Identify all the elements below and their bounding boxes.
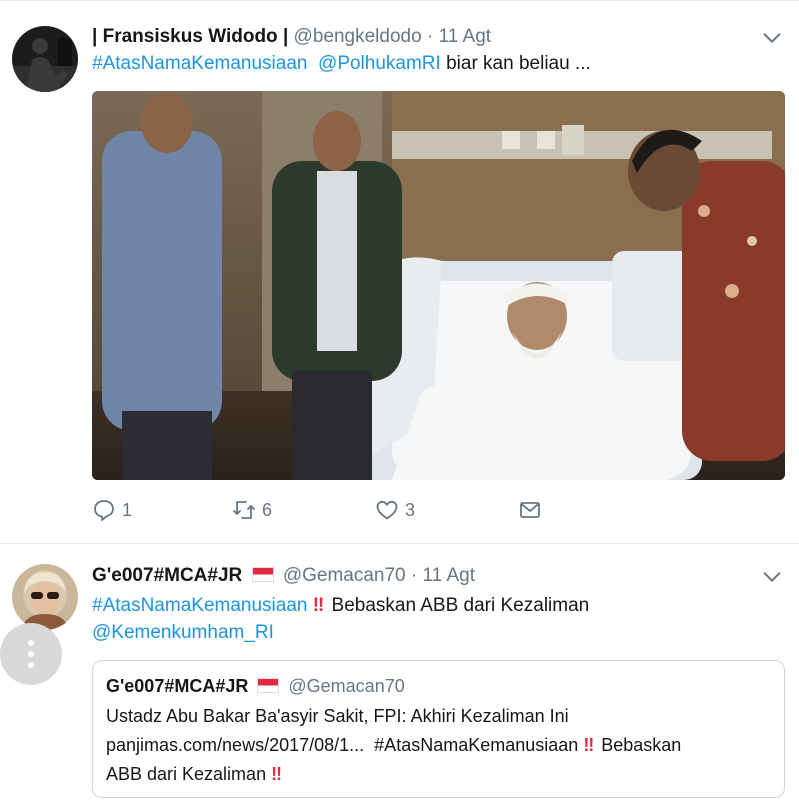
like-count: 3 xyxy=(405,499,416,520)
quoted-line: Ustadz Abu Bakar Ba'asyir Sakit, FPI: Ak… xyxy=(106,706,569,726)
avatar[interactable] xyxy=(12,564,78,630)
heart-icon xyxy=(376,500,398,520)
hashtag-link[interactable]: #AtasNamaKemanusiaan xyxy=(92,595,307,616)
reply-button[interactable]: 1 xyxy=(92,495,132,525)
display-name[interactable]: | Fransiskus Widodo | xyxy=(92,26,288,47)
hashtag-link[interactable]: #AtasNamaKemanusiaan xyxy=(92,53,307,74)
chevron-down-icon[interactable] xyxy=(761,27,783,49)
tweet[interactable]: | Fransiskus Widodo | @bengkeldodo · 11 … xyxy=(0,0,799,543)
reply-count: 1 xyxy=(122,499,133,520)
quoted-tweet-header: G'e007#MCA#JR @Gemacan70 xyxy=(106,674,405,698)
direct-message-button[interactable] xyxy=(518,495,548,525)
handle[interactable]: @Gemacan70 xyxy=(283,565,406,586)
reply-icon xyxy=(94,500,114,521)
handle[interactable]: @bengkeldodo xyxy=(294,26,422,47)
tweet-text: #AtasNamaKemanusiaan @PolhukamRI biar ka… xyxy=(92,50,779,77)
tweet-text-body: biar kan beliau ... xyxy=(446,53,591,74)
timestamp[interactable]: 11 Agt xyxy=(423,565,475,586)
quoted-hashtag: #AtasNamaKemanusiaan xyxy=(374,735,579,755)
quoted-url: panjimas.com/news/2017/08/1... xyxy=(106,735,365,755)
double-exclamation-emoji: ‼ xyxy=(312,595,325,616)
tweet-actions: 1 6 3 xyxy=(92,495,592,525)
quoted-text: Bebaskan xyxy=(601,735,682,755)
quoted-text-2: ABB dari Kezaliman xyxy=(106,764,267,784)
hospital-room-photo xyxy=(92,91,785,480)
vertical-dots-icon xyxy=(28,640,34,646)
retweet-count: 6 xyxy=(262,499,273,520)
tweet-text: #AtasNamaKemanusiaan ‼ Bebaskan ABB dari… xyxy=(92,592,779,646)
double-exclamation-emoji: ‼ xyxy=(583,735,594,755)
avatar[interactable] xyxy=(12,26,78,92)
retweet-icon xyxy=(233,501,255,519)
timestamp[interactable]: 11 Agt xyxy=(439,26,491,47)
tweet[interactable]: G'e007#MCA#JR @Gemacan70 · 11 Agt #AtasN… xyxy=(0,543,799,807)
like-button[interactable]: 3 xyxy=(375,495,415,525)
separator-dot: · xyxy=(410,565,418,586)
chevron-down-icon[interactable] xyxy=(761,566,783,588)
envelope-icon xyxy=(520,502,540,518)
tweet-text-body: Bebaskan ABB dari Kezaliman xyxy=(331,595,590,616)
quoted-display-name: G'e007#MCA#JR xyxy=(106,676,249,696)
retweet-button[interactable]: 6 xyxy=(232,495,272,525)
woman-with-sunglasses-avatar-icon xyxy=(12,564,78,630)
silhouette-avatar-icon xyxy=(12,26,78,92)
display-name[interactable]: G'e007#MCA#JR xyxy=(92,565,242,586)
quoted-tweet-text: Ustadz Abu Bakar Ba'asyir Sakit, FPI: Ak… xyxy=(106,702,772,789)
double-exclamation-emoji: ‼ xyxy=(271,764,282,784)
quoted-handle: @Gemacan70 xyxy=(288,676,405,696)
indonesia-flag-icon xyxy=(251,567,274,582)
tweet-header: G'e007#MCA#JR @Gemacan70 · 11 Agt xyxy=(92,564,759,588)
indonesia-flag-icon xyxy=(257,678,280,693)
quoted-tweet[interactable]: G'e007#MCA#JR @Gemacan70 Ustadz Abu Baka… xyxy=(92,660,785,798)
tweet-photo[interactable] xyxy=(92,91,785,480)
separator-dot: · xyxy=(426,26,434,47)
more-options-button[interactable] xyxy=(0,623,62,685)
mention-link[interactable]: @PolhukamRI xyxy=(318,53,441,74)
tweet-header: | Fransiskus Widodo | @bengkeldodo · 11 … xyxy=(92,25,759,49)
mention-link[interactable]: @Kemenkumham_RI xyxy=(92,622,274,643)
